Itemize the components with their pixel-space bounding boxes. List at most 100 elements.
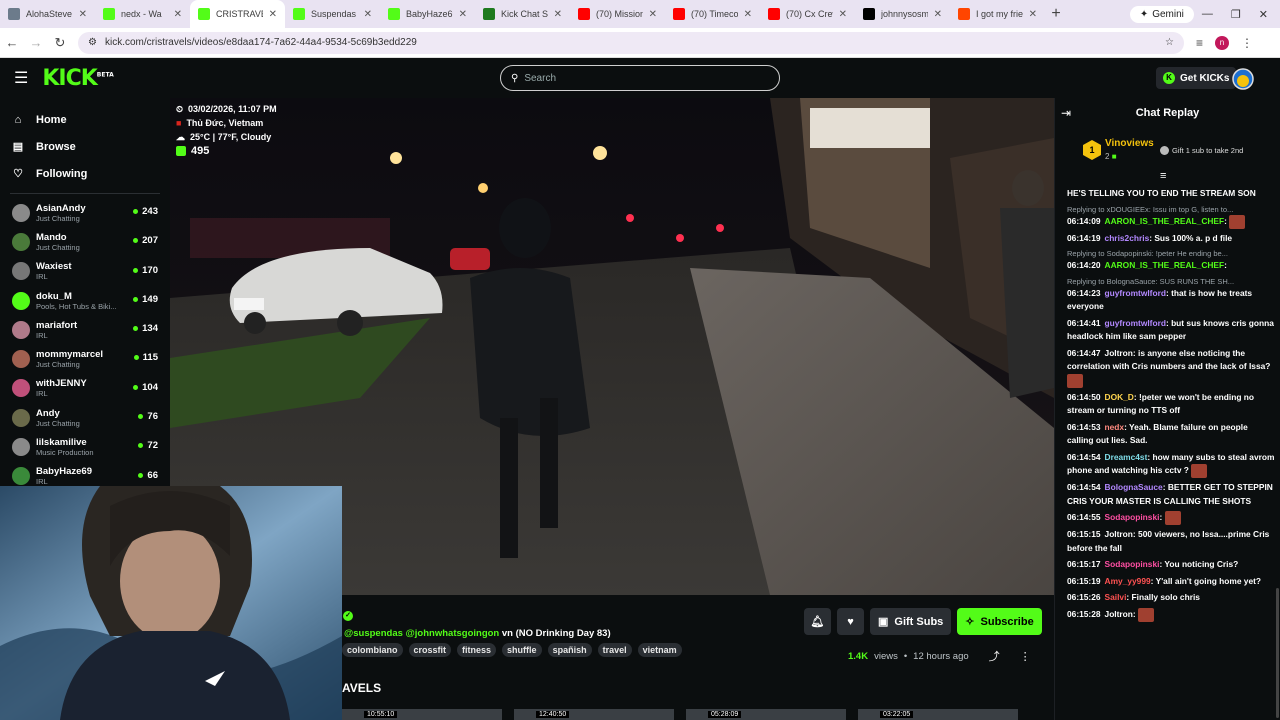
chat-filter-icon[interactable]: ≡ xyxy=(1160,170,1166,182)
get-kicks-button[interactable]: K Get KICKs xyxy=(1156,67,1237,89)
minimize-icon[interactable]: — xyxy=(1202,8,1213,21)
message-username[interactable]: BolognaSauce xyxy=(1105,482,1163,492)
channel-category: Just Chatting xyxy=(36,418,80,428)
browser-tab[interactable]: (70) Cx Crew ✕ xyxy=(760,0,855,28)
tab-close-icon[interactable]: ✕ xyxy=(649,9,657,20)
forward-icon[interactable]: → xyxy=(24,35,48,50)
logo-badge: BETA xyxy=(96,71,114,79)
tag-chip[interactable]: fitness xyxy=(457,643,497,657)
restore-icon[interactable]: ❐ xyxy=(1231,8,1241,21)
user-avatar[interactable] xyxy=(1232,68,1254,90)
browser-tab[interactable]: johnnysosma ✕ xyxy=(855,0,950,28)
new-tab-button[interactable]: + xyxy=(1045,5,1067,23)
more-options-icon[interactable]: ⋮ xyxy=(1020,650,1031,663)
browser-tab[interactable]: Kick Chat Sen ✕ xyxy=(475,0,570,28)
back-icon[interactable]: ← xyxy=(0,35,24,50)
menu-icon[interactable]: ☰ xyxy=(14,68,28,88)
channel-item[interactable]: mariafort IRL 134 xyxy=(0,315,170,344)
share-icon[interactable]: ⤴ xyxy=(989,648,1000,664)
browser-tab[interactable]: CRISTRAVEL ✕ xyxy=(190,0,285,28)
message-username[interactable]: Dreamc4st xyxy=(1105,452,1148,462)
message-username[interactable]: nedx xyxy=(1105,422,1125,432)
channel-item[interactable]: mommymarcel Just Chatting 115 xyxy=(0,344,170,373)
channel-item[interactable]: withJENNY IRL 104 xyxy=(0,374,170,403)
live-dot-icon xyxy=(138,472,144,478)
message-username[interactable]: Joltron xyxy=(1105,348,1133,358)
profile-avatar[interactable]: n xyxy=(1215,35,1230,50)
browser-menu-icon[interactable]: ⋮ xyxy=(1241,36,1253,50)
message-username[interactable]: guyfromtwlford xyxy=(1105,288,1166,298)
video-thumbnail[interactable]: 12:40:50 xyxy=(514,709,674,720)
gift-prompt[interactable]: Gift 1 sub to take 2nd xyxy=(1160,146,1243,155)
message-username[interactable]: AARON_IS_THE_REAL_CHEF xyxy=(1105,260,1225,270)
channel-name: withJENNY xyxy=(36,378,87,390)
tag-chip[interactable]: colombiano xyxy=(342,643,403,657)
message-username[interactable]: Joltron xyxy=(1105,609,1133,619)
browser-tab[interactable]: AlohaSteve - ✕ xyxy=(0,0,95,28)
top-gifter-name[interactable]: Vinoviews xyxy=(1105,138,1154,149)
message-username[interactable]: Amy_yy999 xyxy=(1105,576,1151,586)
tab-close-icon[interactable]: ✕ xyxy=(269,9,277,20)
url-field[interactable]: ⚙ kick.com/cristravels/videos/e8daa174-7… xyxy=(78,31,1184,54)
channel-item[interactable]: lilskamilive Music Production 72 xyxy=(0,432,170,461)
browser-tab[interactable]: (70) Mission I ✕ xyxy=(570,0,665,28)
channel-viewer-count: 104 xyxy=(142,381,158,393)
channel-item[interactable]: AsianAndy Just Chatting 243 xyxy=(0,198,170,227)
collapse-chat-icon[interactable]: ⇥ xyxy=(1061,106,1071,120)
tab-close-icon[interactable]: ✕ xyxy=(79,9,87,20)
message-username[interactable]: Sailvi xyxy=(1105,592,1127,602)
gift-subs-button[interactable]: ▣ Gift Subs xyxy=(870,608,952,635)
browser-tab[interactable]: Suspendas - ✕ xyxy=(285,0,380,28)
title-mentions[interactable]: @suspendas @johnwhatsgoingon xyxy=(344,628,499,639)
browser-tab[interactable]: (70) Timecop ✕ xyxy=(665,0,760,28)
tab-close-icon[interactable]: ✕ xyxy=(1029,9,1037,20)
message-username[interactable]: Sodapopinski xyxy=(1105,559,1160,569)
channel-item[interactable]: doku_M Pools, Hot Tubs & Biki... 149 xyxy=(0,286,170,315)
tab-close-icon[interactable]: ✕ xyxy=(554,9,562,20)
site-info-icon[interactable]: ⚙ xyxy=(88,37,97,48)
subscribe-button[interactable]: ✧ Subscribe xyxy=(957,608,1042,635)
message-username[interactable]: guyfromtwlford xyxy=(1105,318,1166,328)
message-username[interactable]: Sodapopinski xyxy=(1105,512,1160,522)
tab-close-icon[interactable]: ✕ xyxy=(839,9,847,20)
tab-close-icon[interactable]: ✕ xyxy=(174,9,182,20)
message-username[interactable]: Joltron xyxy=(1105,529,1133,539)
channel-item[interactable]: Andy Just Chatting 76 xyxy=(0,403,170,432)
close-window-icon[interactable]: ✕ xyxy=(1259,8,1268,21)
channel-info: doku_M Pools, Hot Tubs & Biki... xyxy=(36,291,132,311)
tab-close-icon[interactable]: ✕ xyxy=(934,9,942,20)
notification-bell-button[interactable]: 🔔︎ xyxy=(804,608,831,635)
media-controls-icon[interactable]: ≡ xyxy=(1196,36,1203,50)
tag-chip[interactable]: shuffle xyxy=(502,643,542,657)
video-thumbnail[interactable]: 05:28:09 xyxy=(686,709,846,720)
search-input[interactable]: ⚲ Search xyxy=(500,65,780,91)
video-thumbnail[interactable]: 10:55:10 xyxy=(342,709,502,720)
browser-tab[interactable]: I got my frien ✕ xyxy=(950,0,1045,28)
tag-chip[interactable]: travel xyxy=(597,643,632,657)
tag-chip[interactable]: crossfit xyxy=(408,643,452,657)
video-thumbnail[interactable]: 03:22:05 xyxy=(858,709,1018,720)
message-username[interactable]: AARON_IS_THE_REAL_CHEF xyxy=(1105,216,1225,226)
channel-item[interactable]: Mando Just Chatting 207 xyxy=(0,227,170,256)
live-dot-icon xyxy=(133,267,139,273)
kick-logo[interactable]: KICKBETA xyxy=(42,66,113,91)
browser-tab[interactable]: nedx - Wa ✕ xyxy=(95,0,190,28)
gemini-button[interactable]: ✦ Gemini xyxy=(1129,5,1194,23)
channel-item[interactable]: Waxiest IRL 170 xyxy=(0,257,170,286)
sidebar-item-browse[interactable]: ▤ Browse xyxy=(0,133,170,160)
message-username[interactable]: DOK_D xyxy=(1105,392,1134,402)
channel-category: IRL xyxy=(36,330,48,340)
tab-close-icon[interactable]: ✕ xyxy=(459,9,467,20)
bookmark-star-icon[interactable]: ☆ xyxy=(1165,37,1174,48)
browser-tab[interactable]: BabyHaze69 ✕ xyxy=(380,0,475,28)
chat-scrollbar[interactable] xyxy=(1276,588,1279,718)
sidebar-item-following[interactable]: ♡ Following xyxy=(0,160,170,187)
tab-close-icon[interactable]: ✕ xyxy=(364,9,372,20)
follow-button[interactable]: ♥ xyxy=(837,608,864,635)
reload-icon[interactable]: ↻ xyxy=(48,35,72,51)
sidebar-item-home[interactable]: ⌂ Home xyxy=(0,106,170,133)
tag-chip[interactable]: spañish xyxy=(547,643,592,657)
tab-close-icon[interactable]: ✕ xyxy=(744,9,752,20)
message-username[interactable]: chris2chris xyxy=(1105,233,1150,243)
tag-chip[interactable]: vietnam xyxy=(637,643,682,657)
